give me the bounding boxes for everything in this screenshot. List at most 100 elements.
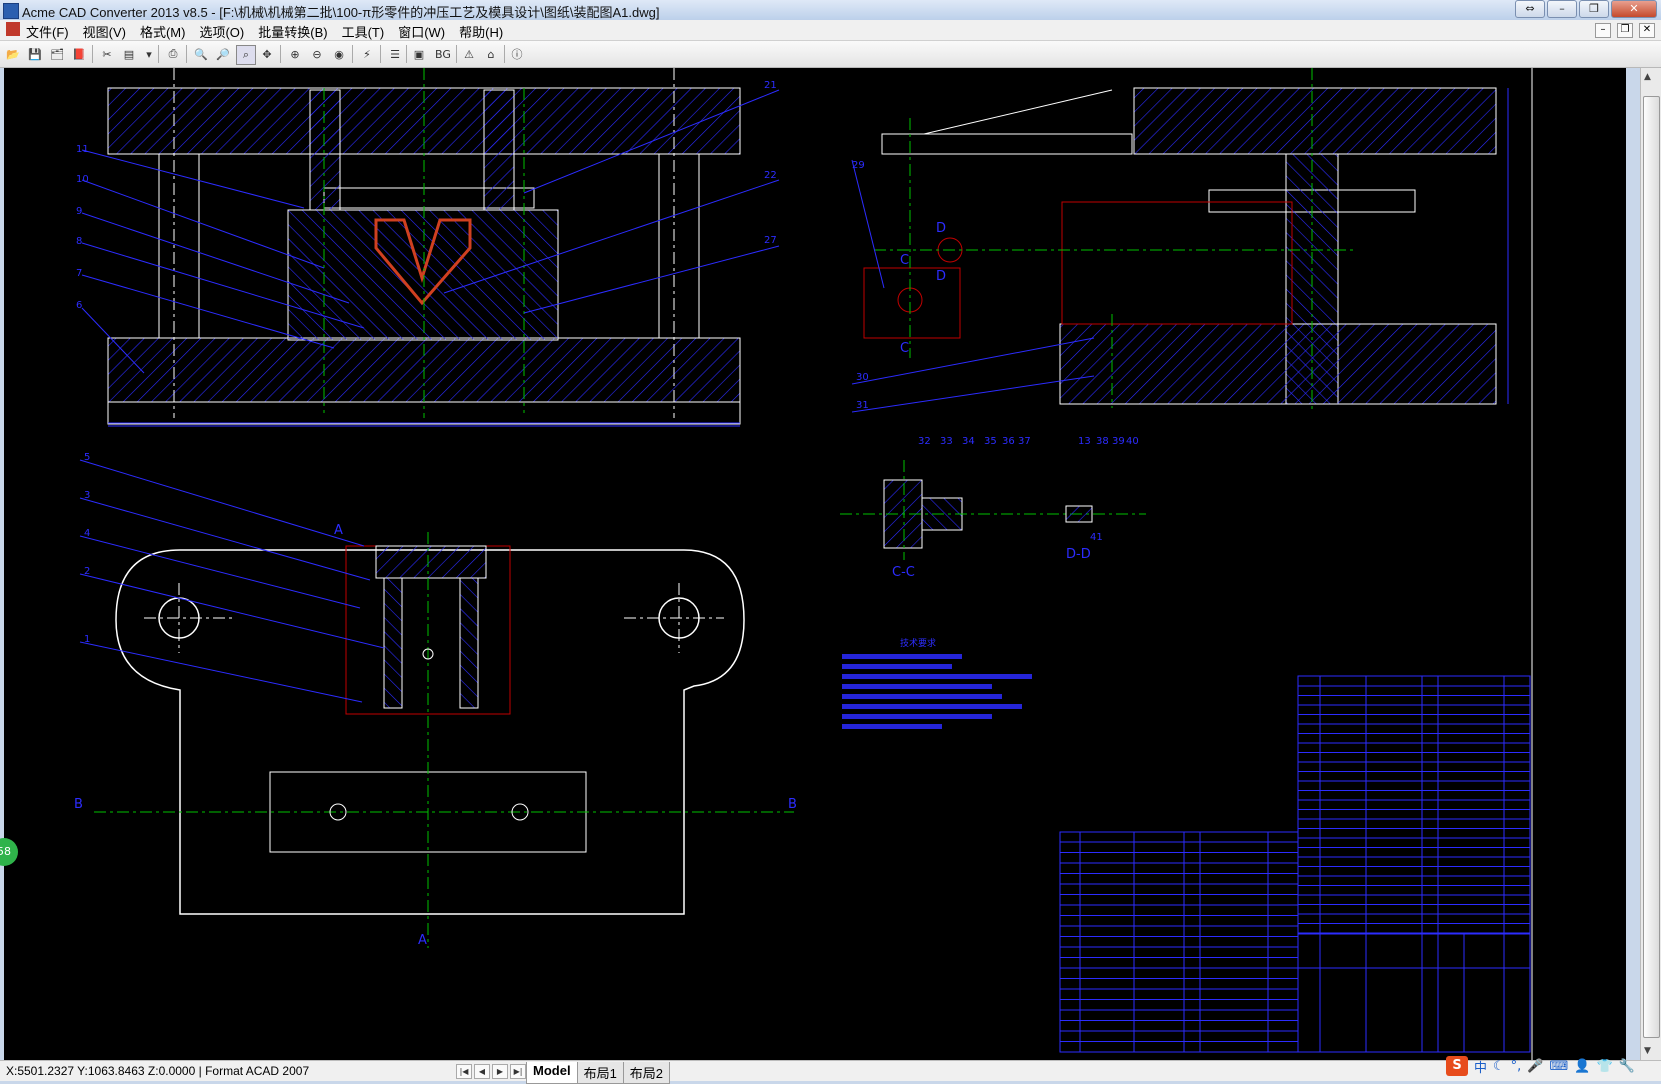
zoom-out-icon[interactable]: 🔍: [192, 45, 210, 63]
batch-icon[interactable]: ▤: [120, 45, 138, 63]
ime-language[interactable]: 中: [1474, 1057, 1487, 1076]
save-icon[interactable]: 💾: [26, 45, 44, 63]
minimize-button[interactable]: –: [1547, 0, 1577, 18]
home-icon[interactable]: ⌂: [482, 45, 500, 63]
menu-window[interactable]: 窗口(W): [398, 22, 445, 41]
layout-tabs: Model 布局1 布局2: [526, 1062, 671, 1084]
save-all-icon[interactable]: 🗂: [48, 45, 66, 63]
system-tray: S 中 ☾ °, 🎤 ⌨ 👤 👕 🔧: [1446, 1056, 1635, 1076]
menu-help[interactable]: 帮助(H): [459, 22, 503, 41]
menu-view[interactable]: 视图(V): [83, 22, 126, 41]
toolbar: 📂 💾 🗂 📕 ✂ ▤ ▾ ⎙ 🔍 🔎 ⌕ ✥ ⊕ ⊖ ◉ ⚡ ☰ ▣ BG ⚠…: [0, 41, 1661, 68]
doc-close-button[interactable]: ✕: [1639, 23, 1655, 38]
technical-requirements: 技术要求: [842, 637, 1032, 729]
section-label-a-top: A: [334, 523, 343, 538]
part-number-11: 11: [76, 144, 89, 155]
punctuation-icon[interactable]: °,: [1511, 1059, 1522, 1074]
scrollbar-thumb[interactable]: [1643, 96, 1660, 1038]
detail-views: C-C D-D 32 33 34 35 36 37 13 38 39 40 41: [840, 436, 1146, 580]
part-number-32: 32: [918, 436, 931, 447]
bill-of-materials: [1059, 675, 1531, 1053]
menu-batch-convert[interactable]: 批量转换(B): [258, 22, 327, 41]
microphone-icon[interactable]: 🎤: [1527, 1059, 1543, 1074]
tab-layout2[interactable]: 布局2: [622, 1062, 671, 1084]
zoom-previous-icon[interactable]: ⊖: [308, 45, 326, 63]
vertical-scrollbar[interactable]: ▲ ▼: [1640, 68, 1661, 1060]
cad-drawing: 11 10 9 8 7 6 21 22 27 28: [74, 68, 1533, 1060]
menu-options[interactable]: 选项(O): [199, 22, 244, 41]
view-label-dd: D-D: [1066, 547, 1091, 562]
shirt-icon[interactable]: 👕: [1596, 1059, 1612, 1074]
part-number-34: 34: [962, 436, 975, 447]
convert-icon[interactable]: ✂: [98, 45, 116, 63]
close-button[interactable]: ✕: [1611, 0, 1657, 18]
warning-icon[interactable]: ⚠: [460, 45, 478, 63]
coordinate-readout: X:5501.2327 Y:1063.8463 Z:0.0000 | Forma…: [6, 1064, 310, 1078]
first-tab-icon[interactable]: |◀: [456, 1064, 472, 1079]
background-color-button[interactable]: BG: [432, 45, 454, 63]
part-number-38: 38: [1096, 436, 1109, 447]
zoom-window-icon[interactable]: ⌕: [236, 45, 256, 65]
maximize-button[interactable]: ❐: [1579, 0, 1609, 18]
print-icon[interactable]: ⎙: [164, 45, 182, 63]
tab-model[interactable]: Model: [526, 1062, 578, 1084]
part-number-41: 41: [1090, 532, 1103, 543]
part-number-4: 4: [84, 528, 90, 539]
part-number-30: 30: [856, 372, 869, 383]
status-bar: X:5501.2327 Y:1063.8463 Z:0.0000 | Forma…: [0, 1060, 1661, 1084]
front-section-view: 11 10 9 8 7 6 21 22 27 28: [76, 68, 780, 427]
section-label-b-left: B: [74, 797, 83, 812]
restore-icon[interactable]: ⇔: [1515, 0, 1545, 18]
view-icon[interactable]: ◉: [330, 45, 348, 63]
section-label-b-right: B: [788, 797, 797, 812]
part-number-7: 7: [76, 268, 82, 279]
document-window-controls: – ❐ ✕: [1595, 23, 1655, 38]
tab-layout1[interactable]: 布局1: [576, 1062, 624, 1084]
last-tab-icon[interactable]: ▶|: [510, 1064, 526, 1079]
menu-file[interactable]: 文件(F): [26, 22, 69, 41]
part-number-13: 13: [1078, 436, 1091, 447]
part-number-33: 33: [940, 436, 953, 447]
document-icon[interactable]: [6, 22, 20, 36]
pan-icon[interactable]: ✥: [258, 45, 276, 63]
doc-restore-button[interactable]: ❐: [1617, 23, 1633, 38]
menu-format[interactable]: 格式(M): [140, 22, 186, 41]
keyboard-icon[interactable]: ⌨: [1550, 1059, 1569, 1074]
info-icon[interactable]: ⓘ: [508, 45, 526, 63]
scroll-down-icon[interactable]: ▼: [1644, 1046, 1651, 1056]
prev-tab-icon[interactable]: ◀: [474, 1064, 490, 1079]
zoom-in-icon[interactable]: 🔎: [214, 45, 232, 63]
app-icon: [3, 3, 19, 19]
frame-icon[interactable]: ▣: [410, 45, 428, 63]
part-number-29: 29: [852, 160, 865, 171]
measure-icon[interactable]: ⚡: [358, 45, 376, 63]
next-tab-icon[interactable]: ▶: [492, 1064, 508, 1079]
export-icon[interactable]: 📕: [70, 45, 88, 63]
part-number-10: 10: [76, 174, 89, 185]
part-number-9: 9: [76, 206, 82, 217]
scroll-up-icon[interactable]: ▲: [1644, 72, 1651, 82]
section-label-c-top: C: [900, 253, 909, 268]
view-label-cc: C-C: [892, 565, 915, 580]
user-icon[interactable]: 👤: [1574, 1059, 1590, 1074]
dropdown-arrow-icon[interactable]: ▾: [140, 45, 158, 63]
moon-icon[interactable]: ☾: [1493, 1059, 1505, 1074]
ime-icon[interactable]: S: [1446, 1056, 1468, 1076]
part-number-36: 36: [1002, 436, 1015, 447]
part-number-39: 39: [1112, 436, 1125, 447]
part-number-6: 6: [76, 300, 82, 311]
zoom-extents-icon[interactable]: ⊕: [286, 45, 304, 63]
drawing-canvas[interactable]: 11 10 9 8 7 6 21 22 27 28: [4, 68, 1626, 1060]
tools-icon[interactable]: 🔧: [1619, 1059, 1635, 1074]
open-folder-icon[interactable]: 📂: [4, 45, 22, 63]
top-plan-view: 5 3 4 2 1 A A B B: [74, 452, 797, 948]
part-number-2: 2: [84, 566, 90, 577]
side-section-view: 29 30 31 C C D D: [851, 68, 1509, 413]
tech-requirements-title: 技术要求: [900, 637, 936, 649]
part-number-35: 35: [984, 436, 997, 447]
doc-minimize-button[interactable]: –: [1595, 23, 1611, 38]
menu-tools[interactable]: 工具(T): [342, 22, 385, 41]
layers-icon[interactable]: ☰: [386, 45, 404, 63]
part-number-5: 5: [84, 452, 90, 463]
section-label-d-bottom: D: [936, 269, 946, 284]
